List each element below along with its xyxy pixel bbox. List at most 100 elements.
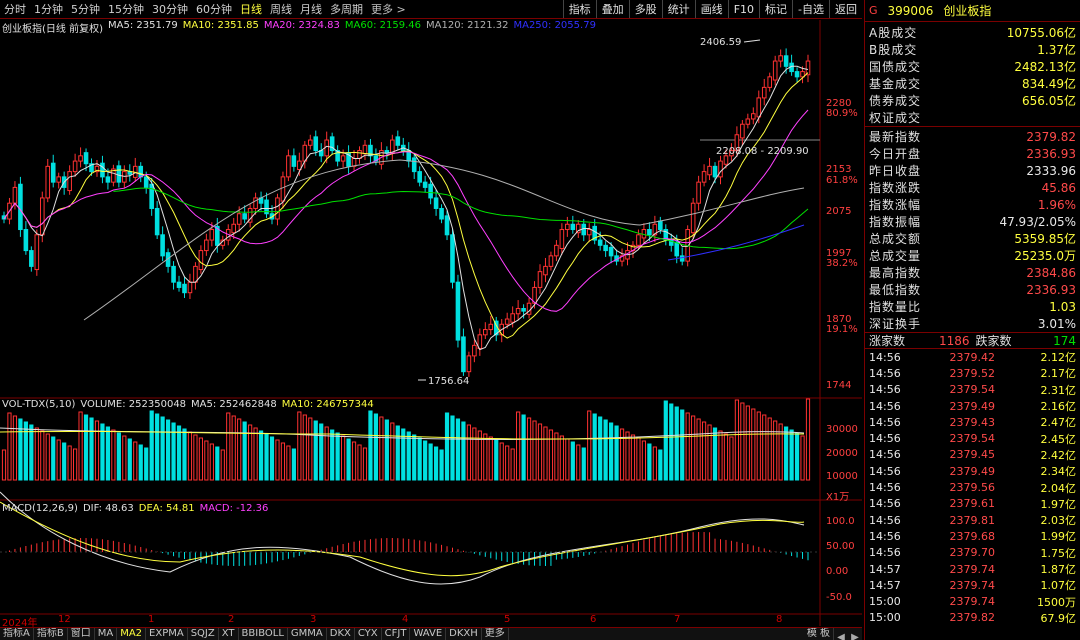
- indicator-tab[interactable]: CYX: [355, 628, 382, 640]
- toolbar-button[interactable]: 返回: [829, 0, 862, 18]
- volume-bar: [193, 434, 198, 481]
- tick-volume: 2.04亿: [1040, 481, 1077, 495]
- quote-row: 指数振幅 47.93/2.05%: [865, 213, 1080, 230]
- indicator-tab[interactable]: GMMA: [288, 628, 327, 640]
- turnover-row: 权证成交: [865, 109, 1080, 126]
- indicator-tab[interactable]: DKXH: [446, 628, 482, 640]
- period-tab[interactable]: 更多 >: [367, 1, 410, 17]
- tick-volume: 2.42亿: [1040, 448, 1077, 462]
- period-tab[interactable]: 多周期: [326, 1, 367, 17]
- candle-body: [72, 160, 78, 173]
- indicator-tab[interactable]: DKX: [327, 628, 355, 640]
- volume-bar: [581, 447, 586, 481]
- date-label: 2: [228, 614, 235, 625]
- candle-body: [198, 250, 204, 271]
- price-axis: 2280 80.9% 2153 61.8% 2075 1997 38.2% 1870 19.1%…: [820, 20, 862, 398]
- period-tab[interactable]: 5分钟: [67, 1, 104, 17]
- indicator-tab[interactable]: 指标B: [34, 628, 68, 640]
- high-pointer: [743, 39, 761, 43]
- indicator-tab[interactable]: BBIBOLL: [239, 628, 288, 640]
- candle-body: [690, 202, 696, 234]
- period-tab[interactable]: 日线: [236, 1, 266, 17]
- legend-title: 创业板指(日线 前复权): [2, 24, 103, 35]
- toolbar-button[interactable]: 多股: [628, 0, 662, 18]
- volume-bar: [499, 442, 504, 481]
- toolbar-button[interactable]: 统计: [661, 0, 695, 18]
- legend-item: VOLUME: 252350048: [80, 399, 187, 410]
- tick-price: 2379.82: [949, 611, 996, 625]
- tick-volume: 1.97亿: [1040, 497, 1077, 511]
- volume-bar: [412, 434, 417, 481]
- volume-bar: [275, 439, 280, 481]
- scroll-left-icon[interactable]: ◀: [834, 628, 848, 640]
- volume-bar: [548, 429, 554, 481]
- period-tab[interactable]: 周线: [266, 1, 296, 17]
- up-label: 涨家数: [869, 334, 906, 348]
- scroll-right-icon[interactable]: ▶: [848, 628, 862, 640]
- indicator-tab[interactable]: WAVE: [410, 628, 447, 640]
- volume-bar: [269, 436, 275, 481]
- turnover-row: 基金成交 834.49亿: [865, 75, 1080, 92]
- candle-body: [504, 318, 510, 325]
- period-tab[interactable]: 1分钟: [30, 1, 67, 17]
- toolbar-button[interactable]: -自选: [792, 0, 829, 18]
- turnover-value: 2482.13亿: [1014, 60, 1076, 74]
- tick-price: 2379.42: [949, 350, 996, 364]
- indicator-tab[interactable]: 更多: [482, 628, 509, 640]
- tick-volume: 1.99亿: [1040, 530, 1077, 544]
- candle-body: [559, 229, 565, 249]
- candle-body: [29, 250, 34, 267]
- toolbar-button[interactable]: 指标: [562, 0, 596, 18]
- period-bar: 分时 1分钟 5分钟 15分钟 30分钟 60分钟 日线 周线 月线 多周期 更多 > 指标 叠加 多股…: [0, 0, 862, 19]
- volume-bar: [794, 432, 800, 481]
- volume-bar: [83, 414, 89, 481]
- volume-bar: [78, 411, 83, 481]
- volume-bar: [34, 427, 39, 481]
- tick-row: 14:56 2379.43 2.47亿: [865, 414, 1080, 430]
- quote-label: 深证换手: [869, 317, 922, 331]
- indicator-tab[interactable]: XT: [219, 628, 239, 640]
- period-tab[interactable]: 分时: [0, 1, 30, 17]
- quote-value: 2384.86: [1026, 265, 1076, 280]
- candle-body: [521, 308, 526, 312]
- candle-body: [105, 176, 111, 183]
- volume-bar: [40, 430, 45, 481]
- turnover-label: B股成交: [869, 43, 918, 57]
- period-tab[interactable]: 月线: [296, 1, 326, 17]
- volume-bar: [570, 441, 575, 481]
- candle-body: [280, 176, 286, 202]
- toolbar-button[interactable]: 标记: [759, 0, 792, 18]
- candle-body: [570, 223, 576, 231]
- indicator-tab[interactable]: SQJZ: [188, 628, 219, 640]
- candle-body: [12, 186, 18, 204]
- volume-bar: [1, 449, 7, 481]
- toolbar-button[interactable]: F10: [727, 0, 759, 18]
- indicator-tab[interactable]: MA: [95, 628, 118, 640]
- volume-bar: [182, 428, 187, 481]
- indicator-tab[interactable]: CFJT: [382, 628, 411, 640]
- indicator-tab[interactable]: 窗口: [68, 628, 95, 640]
- period-tab[interactable]: 60分钟: [192, 1, 236, 17]
- quote-value: 5359.85亿: [1014, 232, 1076, 246]
- period-tab[interactable]: 30分钟: [148, 1, 192, 17]
- volume-bar: [505, 445, 510, 481]
- quote-label: 总成交量: [869, 249, 922, 263]
- period-label[interactable]: 模 板: [804, 628, 834, 640]
- tick-row: 14:57 2379.74 1.87亿: [865, 561, 1080, 577]
- indicator-tab[interactable]: MA2: [117, 628, 147, 640]
- volume-bar: [680, 409, 685, 481]
- volume-bar: [373, 413, 379, 481]
- tick-volume: 2.17亿: [1040, 367, 1077, 381]
- candle-body: [422, 181, 428, 188]
- volume-bar: [165, 419, 171, 481]
- turnover-value: 656.05亿: [1022, 94, 1076, 108]
- candle-body: [187, 281, 193, 294]
- volume-bar: [773, 420, 778, 481]
- indicator-tab[interactable]: EXPMA: [146, 628, 188, 640]
- volume-bar: [641, 440, 647, 481]
- toolbar-button[interactable]: 画线: [694, 0, 728, 18]
- indicator-tab[interactable]: 指标A: [0, 628, 34, 640]
- toolbar-button[interactable]: 叠加: [595, 0, 629, 18]
- period-tab[interactable]: 15分钟: [104, 1, 148, 17]
- tick-price: 2379.61: [949, 497, 996, 511]
